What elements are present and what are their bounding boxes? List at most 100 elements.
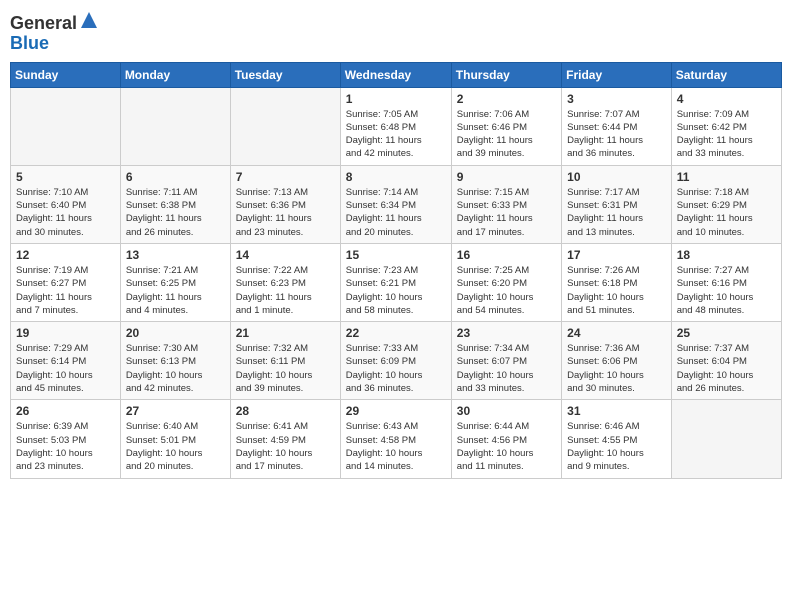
day-info: Sunrise: 6:40 AM Sunset: 5:01 PM Dayligh… [126, 420, 225, 473]
day-info: Sunrise: 7:26 AM Sunset: 6:18 PM Dayligh… [567, 264, 666, 317]
logo-general: General [10, 14, 77, 34]
calendar-cell: 19 Sunrise: 7:29 AM Sunset: 6:14 PM Dayli… [11, 322, 121, 400]
weekday-header-monday: Monday [120, 62, 230, 87]
day-number: 9 [457, 170, 556, 184]
day-number: 23 [457, 326, 556, 340]
day-number: 31 [567, 404, 666, 418]
calendar-cell: 10 Sunrise: 7:17 AM Sunset: 6:31 PM Dayli… [562, 165, 672, 243]
calendar-cell: 1Sunrise: 7:05 AM Sunset: 6:48 PM Daylig… [340, 87, 451, 165]
calendar-cell: 18Sunrise: 7:27 AM Sunset: 6:16 PM Dayli… [671, 243, 781, 321]
calendar-cell: 16Sunrise: 7:25 AM Sunset: 6:20 PM Dayli… [451, 243, 561, 321]
day-number: 4 [677, 92, 776, 106]
weekday-header-wednesday: Wednesday [340, 62, 451, 87]
day-number: 22 [346, 326, 446, 340]
day-info: Sunrise: 6:41 AM Sunset: 4:59 PM Dayligh… [236, 420, 335, 473]
day-info: Sunrise: 7:13 AM Sunset: 6:36 PM Dayligh… [236, 186, 335, 239]
logo: General Blue [10, 14, 99, 54]
weekday-header-tuesday: Tuesday [230, 62, 340, 87]
day-number: 28 [236, 404, 335, 418]
calendar-cell: 14 Sunrise: 7:22 AM Sunset: 6:23 PM Dayli… [230, 243, 340, 321]
day-info: Sunrise: 7:25 AM Sunset: 6:20 PM Dayligh… [457, 264, 556, 317]
day-info: Sunrise: 7:36 AM Sunset: 6:06 PM Dayligh… [567, 342, 666, 395]
calendar-cell: 17 Sunrise: 7:26 AM Sunset: 6:18 PM Dayli… [562, 243, 672, 321]
day-number: 14 [236, 248, 335, 262]
day-number: 20 [126, 326, 225, 340]
calendar-week-5: 26Sunrise: 6:39 AM Sunset: 5:03 PM Dayli… [11, 400, 782, 478]
calendar-cell: 5Sunrise: 7:10 AM Sunset: 6:40 PM Daylig… [11, 165, 121, 243]
day-info: Sunrise: 7:19 AM Sunset: 6:27 PM Dayligh… [16, 264, 115, 317]
day-info: Sunrise: 7:22 AM Sunset: 6:23 PM Dayligh… [236, 264, 335, 317]
day-info: Sunrise: 7:18 AM Sunset: 6:29 PM Dayligh… [677, 186, 776, 239]
day-info: Sunrise: 7:06 AM Sunset: 6:46 PM Dayligh… [457, 108, 556, 161]
calendar-cell [230, 87, 340, 165]
day-number: 15 [346, 248, 446, 262]
calendar-cell: 20 Sunrise: 7:30 AM Sunset: 6:13 PM Dayli… [120, 322, 230, 400]
calendar-cell: 4 Sunrise: 7:09 AM Sunset: 6:42 PM Daylig… [671, 87, 781, 165]
day-info: Sunrise: 6:43 AM Sunset: 4:58 PM Dayligh… [346, 420, 446, 473]
day-info: Sunrise: 7:14 AM Sunset: 6:34 PM Dayligh… [346, 186, 446, 239]
day-number: 17 [567, 248, 666, 262]
day-number: 13 [126, 248, 225, 262]
day-number: 29 [346, 404, 446, 418]
calendar-cell: 30 Sunrise: 6:44 AM Sunset: 4:56 PM Dayli… [451, 400, 561, 478]
weekday-header-thursday: Thursday [451, 62, 561, 87]
day-number: 27 [126, 404, 225, 418]
day-number: 18 [677, 248, 776, 262]
calendar-week-1: 1Sunrise: 7:05 AM Sunset: 6:48 PM Daylig… [11, 87, 782, 165]
calendar-cell: 11 Sunrise: 7:18 AM Sunset: 6:29 PM Dayli… [671, 165, 781, 243]
day-info: Sunrise: 7:09 AM Sunset: 6:42 PM Dayligh… [677, 108, 776, 161]
calendar-cell: 21 Sunrise: 7:32 AM Sunset: 6:11 PM Dayli… [230, 322, 340, 400]
calendar-cell: 29 Sunrise: 6:43 AM Sunset: 4:58 PM Dayli… [340, 400, 451, 478]
day-number: 8 [346, 170, 446, 184]
calendar-week-2: 5Sunrise: 7:10 AM Sunset: 6:40 PM Daylig… [11, 165, 782, 243]
day-number: 7 [236, 170, 335, 184]
calendar-cell: 12 Sunrise: 7:19 AM Sunset: 6:27 PM Dayli… [11, 243, 121, 321]
day-info: Sunrise: 7:11 AM Sunset: 6:38 PM Dayligh… [126, 186, 225, 239]
day-number: 21 [236, 326, 335, 340]
calendar-table: SundayMondayTuesdayWednesdayThursdayFrid… [10, 62, 782, 479]
day-info: Sunrise: 6:46 AM Sunset: 4:55 PM Dayligh… [567, 420, 666, 473]
day-info: Sunrise: 7:32 AM Sunset: 6:11 PM Dayligh… [236, 342, 335, 395]
calendar-cell: 22 Sunrise: 7:33 AM Sunset: 6:09 PM Dayli… [340, 322, 451, 400]
day-number: 19 [16, 326, 115, 340]
calendar-cell: 7 Sunrise: 7:13 AM Sunset: 6:36 PM Daylig… [230, 165, 340, 243]
day-info: Sunrise: 6:44 AM Sunset: 4:56 PM Dayligh… [457, 420, 556, 473]
day-number: 1 [346, 92, 446, 106]
day-info: Sunrise: 7:37 AM Sunset: 6:04 PM Dayligh… [677, 342, 776, 395]
calendar-cell [120, 87, 230, 165]
calendar-cell: 2Sunrise: 7:06 AM Sunset: 6:46 PM Daylig… [451, 87, 561, 165]
calendar-cell: 15 Sunrise: 7:23 AM Sunset: 6:21 PM Dayli… [340, 243, 451, 321]
calendar-cell: 31 Sunrise: 6:46 AM Sunset: 4:55 PM Dayli… [562, 400, 672, 478]
day-number: 11 [677, 170, 776, 184]
calendar-week-4: 19 Sunrise: 7:29 AM Sunset: 6:14 PM Dayli… [11, 322, 782, 400]
day-number: 10 [567, 170, 666, 184]
day-info: Sunrise: 7:23 AM Sunset: 6:21 PM Dayligh… [346, 264, 446, 317]
calendar-cell: 3Sunrise: 7:07 AM Sunset: 6:44 PM Daylig… [562, 87, 672, 165]
day-info: Sunrise: 7:29 AM Sunset: 6:14 PM Dayligh… [16, 342, 115, 395]
weekday-header-friday: Friday [562, 62, 672, 87]
calendar-cell [11, 87, 121, 165]
calendar-cell: 26Sunrise: 6:39 AM Sunset: 5:03 PM Dayli… [11, 400, 121, 478]
calendar-cell: 24 Sunrise: 7:36 AM Sunset: 6:06 PM Dayli… [562, 322, 672, 400]
calendar-cell: 8 Sunrise: 7:14 AM Sunset: 6:34 PM Daylig… [340, 165, 451, 243]
day-number: 24 [567, 326, 666, 340]
calendar-cell: 25Sunrise: 7:37 AM Sunset: 6:04 PM Dayli… [671, 322, 781, 400]
day-number: 5 [16, 170, 115, 184]
page-header: General Blue [10, 10, 782, 54]
day-number: 30 [457, 404, 556, 418]
day-number: 12 [16, 248, 115, 262]
weekday-header-saturday: Saturday [671, 62, 781, 87]
calendar-cell: 27 Sunrise: 6:40 AM Sunset: 5:01 PM Dayli… [120, 400, 230, 478]
day-info: Sunrise: 7:15 AM Sunset: 6:33 PM Dayligh… [457, 186, 556, 239]
calendar-cell: 28 Sunrise: 6:41 AM Sunset: 4:59 PM Dayli… [230, 400, 340, 478]
day-info: Sunrise: 7:17 AM Sunset: 6:31 PM Dayligh… [567, 186, 666, 239]
day-number: 3 [567, 92, 666, 106]
day-number: 6 [126, 170, 225, 184]
logo-blue: Blue [10, 34, 99, 54]
calendar-week-3: 12 Sunrise: 7:19 AM Sunset: 6:27 PM Dayli… [11, 243, 782, 321]
calendar-cell: 23Sunrise: 7:34 AM Sunset: 6:07 PM Dayli… [451, 322, 561, 400]
weekday-header-sunday: Sunday [11, 62, 121, 87]
day-info: Sunrise: 7:33 AM Sunset: 6:09 PM Dayligh… [346, 342, 446, 395]
weekday-header-row: SundayMondayTuesdayWednesdayThursdayFrid… [11, 62, 782, 87]
day-info: Sunrise: 7:30 AM Sunset: 6:13 PM Dayligh… [126, 342, 225, 395]
